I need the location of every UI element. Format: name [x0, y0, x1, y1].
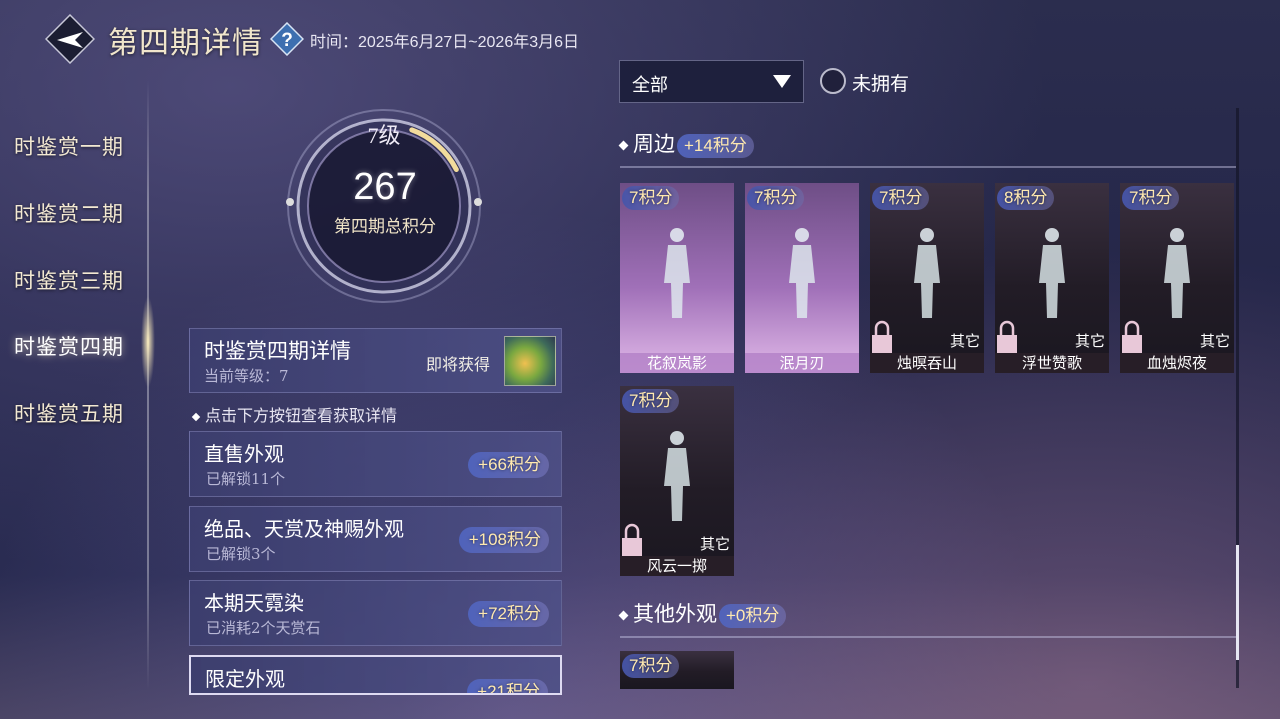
page-title: 第四期详情	[108, 26, 263, 61]
item-category-tag: 其它	[1074, 332, 1105, 350]
section-header-other: 其他外观 +0积分	[618, 598, 787, 628]
section-points-badge: +0积分	[719, 603, 787, 628]
item-category-tag: 其它	[699, 535, 730, 553]
item-points-badge: 7积分	[747, 186, 805, 210]
upcoming-reward-thumbnail[interactable]	[504, 336, 556, 386]
nav-item-period-1[interactable]: 时鉴赏一期	[14, 131, 124, 161]
item-name: 血烛烬夜	[1120, 353, 1234, 373]
section-divider	[620, 166, 1236, 168]
source-title: 直售外观	[204, 442, 284, 466]
source-points-badge: +21积分	[467, 679, 548, 693]
source-direct-sale[interactable]: 直售外观 已解锁11个 +66积分	[189, 431, 562, 497]
costume-item-card[interactable]: 7积分其它烛暝吞山	[870, 183, 984, 373]
item-name: 泯月刃	[745, 353, 859, 373]
item-name: 风云一掷	[620, 556, 734, 576]
nav-active-glow	[141, 296, 155, 388]
section-header-merch: 周边 +14积分	[618, 128, 754, 158]
source-points-badge: +108积分	[458, 527, 549, 553]
bullet-icon	[191, 412, 201, 421]
triangle-down-icon	[773, 75, 791, 88]
bullet-icon	[618, 140, 629, 151]
back-button[interactable]	[45, 14, 95, 64]
source-subtitle: 已消耗2个天赏石	[206, 619, 321, 637]
source-premium[interactable]: 绝品、天赏及神赐外观 已解锁3个 +108积分	[189, 506, 562, 572]
costume-item-card[interactable]: 7积分泯月刃	[745, 183, 859, 373]
scrollbar-thumb[interactable]	[1236, 545, 1239, 660]
costume-item-card[interactable]: 7积分其它血烛烬夜	[1120, 183, 1234, 373]
source-points-badge: +72积分	[468, 601, 549, 627]
period-detail-card[interactable]: 时鉴赏四期详情 当前等级：7 即将获得	[189, 328, 562, 393]
nav-item-period-2[interactable]: 时鉴赏二期	[14, 198, 124, 228]
costume-figure	[664, 431, 690, 521]
source-title: 限定外观	[205, 667, 285, 691]
item-points-badge: 7积分	[622, 654, 680, 678]
item-name: 花叙岚影	[620, 353, 734, 373]
source-title: 本期天霓染	[204, 591, 304, 615]
category-filter-select[interactable]: 全部	[619, 60, 804, 103]
item-points-badge: 8积分	[997, 186, 1055, 210]
lock-icon	[622, 523, 642, 556]
item-category-tag: 其它	[949, 332, 980, 350]
question-icon: ?	[281, 30, 293, 51]
costume-item-card[interactable]: 7积分其它风云一掷	[620, 386, 734, 576]
nav-item-period-5[interactable]: 时鉴赏五期	[14, 398, 124, 428]
nav-item-period-4[interactable]: 时鉴赏四期	[14, 331, 124, 361]
unowned-label[interactable]: 未拥有	[852, 69, 909, 96]
source-title: 绝品、天赏及神赐外观	[204, 517, 404, 541]
current-level: 当前等级：7	[204, 367, 289, 385]
event-period: 时间：2025年6月27日~2026年3月6日	[310, 34, 580, 51]
total-score-label: 第四期总积分	[334, 217, 436, 237]
item-points-badge: 7积分	[872, 186, 930, 210]
item-points-badge: 7积分	[622, 186, 680, 210]
source-points-badge: +66积分	[468, 452, 549, 478]
source-limited[interactable]: 限定外观 +21积分	[189, 655, 562, 695]
total-score: 267	[353, 166, 417, 208]
nav-item-period-3[interactable]: 时鉴赏三期	[14, 265, 124, 295]
costume-figure	[914, 228, 940, 318]
section-divider	[620, 636, 1236, 638]
section-points-badge: +14积分	[677, 133, 754, 158]
filter-selected-value: 全部	[632, 75, 668, 96]
source-subtitle: 已解锁11个	[206, 470, 286, 488]
item-name: 浮世赞歌	[995, 353, 1109, 373]
item-category-tag: 其它	[1199, 332, 1230, 350]
costume-item-card[interactable]: 7积分花叙岚影	[620, 183, 734, 373]
level-label: 7级	[367, 123, 401, 148]
unowned-radio[interactable]	[820, 68, 846, 94]
costume-figure	[1164, 228, 1190, 318]
bullet-icon	[618, 610, 629, 621]
source-subtitle: 已解锁3个	[206, 545, 276, 563]
costume-figure	[664, 228, 690, 318]
costume-figure	[1039, 228, 1065, 318]
source-hint: 点击下方按钮查看获取详情	[191, 402, 397, 426]
lock-icon	[997, 320, 1017, 353]
upcoming-label: 即将获得	[426, 355, 491, 374]
item-points-badge: 7积分	[622, 389, 680, 413]
costume-figure	[789, 228, 815, 318]
lock-icon	[872, 320, 892, 353]
detail-title: 时鉴赏四期详情	[204, 339, 351, 363]
item-points-badge: 7积分	[1122, 186, 1180, 210]
costume-item-card[interactable]: 8积分其它浮世赞歌	[995, 183, 1109, 373]
source-dye[interactable]: 本期天霓染 已消耗2个天赏石 +72积分	[189, 580, 562, 646]
lock-icon	[1122, 320, 1142, 353]
item-name: 烛暝吞山	[870, 353, 984, 373]
costume-item-card[interactable]: 7积分	[620, 651, 734, 689]
help-button[interactable]: ?	[270, 22, 304, 56]
